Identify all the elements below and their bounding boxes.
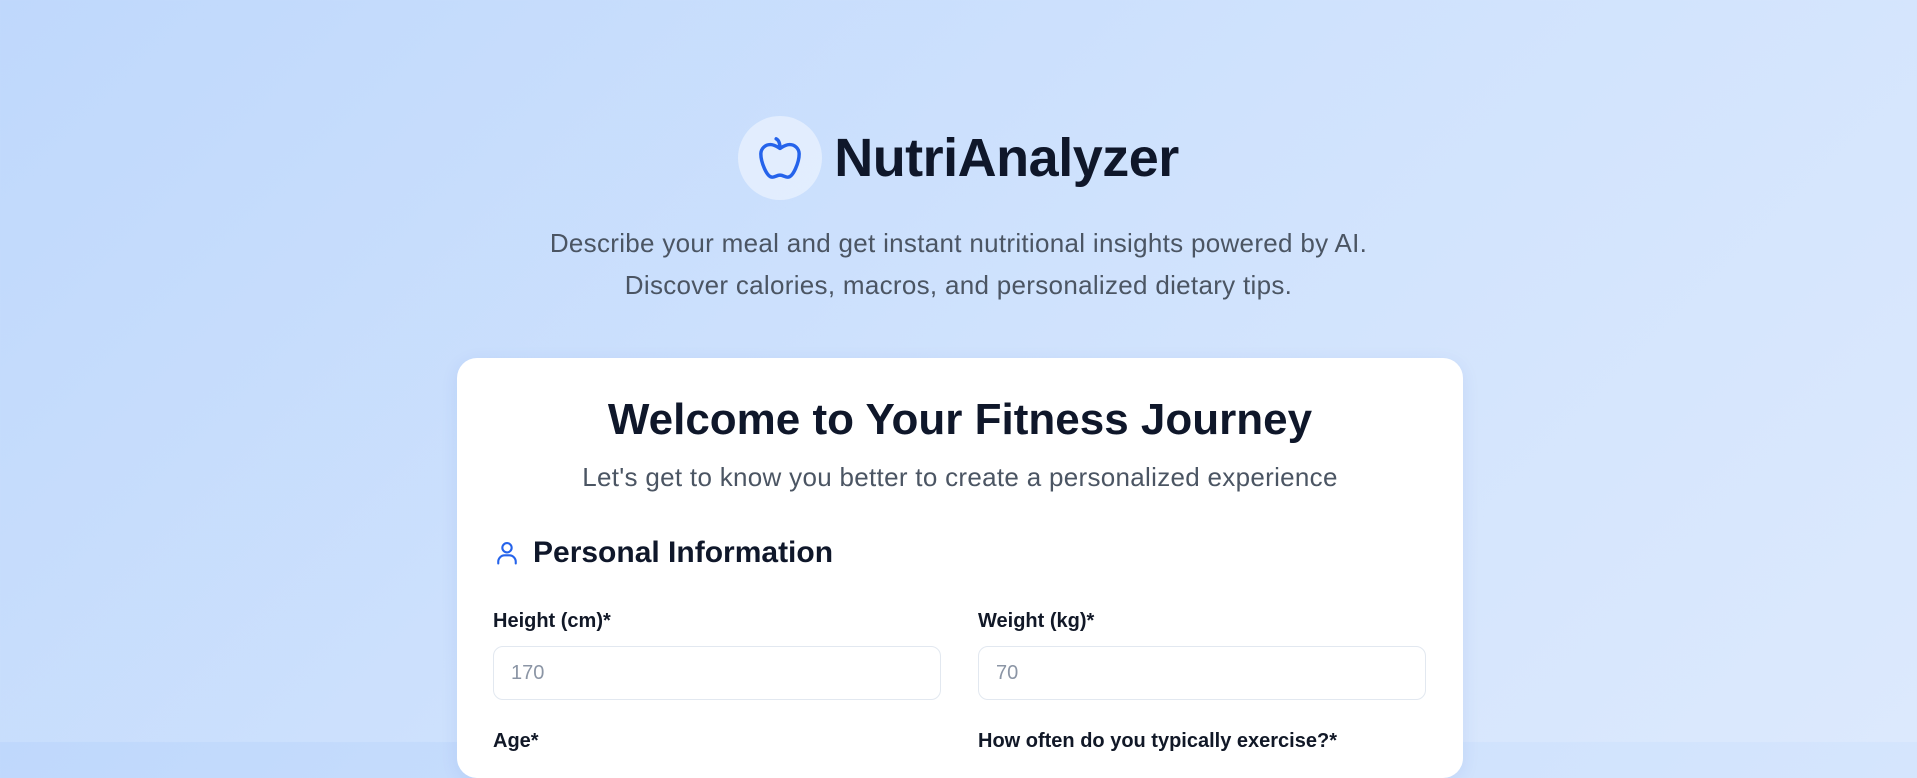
apple-icon (759, 137, 802, 179)
personal-info-section-header: Personal Information (493, 536, 833, 570)
section-title: Personal Information (533, 536, 834, 569)
weight-label: Weight (kg)* (978, 610, 1095, 632)
tagline-line-2: Discover calories, macros, and personali… (624, 270, 1293, 300)
onboarding-card: Welcome to Your Fitness Journey Let's ge… (457, 358, 1463, 778)
height-label: Height (cm)* (493, 610, 611, 632)
app-header: NutriAnalyzer (0, 116, 1917, 200)
tagline-line-1: Describe your meal and get instant nutri… (549, 228, 1368, 258)
weight-input[interactable] (978, 646, 1426, 700)
height-input[interactable] (493, 646, 941, 700)
card-subtitle: Let's get to know you better to create a… (582, 462, 1338, 492)
logo-badge (738, 116, 823, 200)
card-title: Welcome to Your Fitness Journey (607, 395, 1313, 444)
app-title: NutriAnalyzer (834, 128, 1179, 188)
user-icon (497, 542, 517, 565)
